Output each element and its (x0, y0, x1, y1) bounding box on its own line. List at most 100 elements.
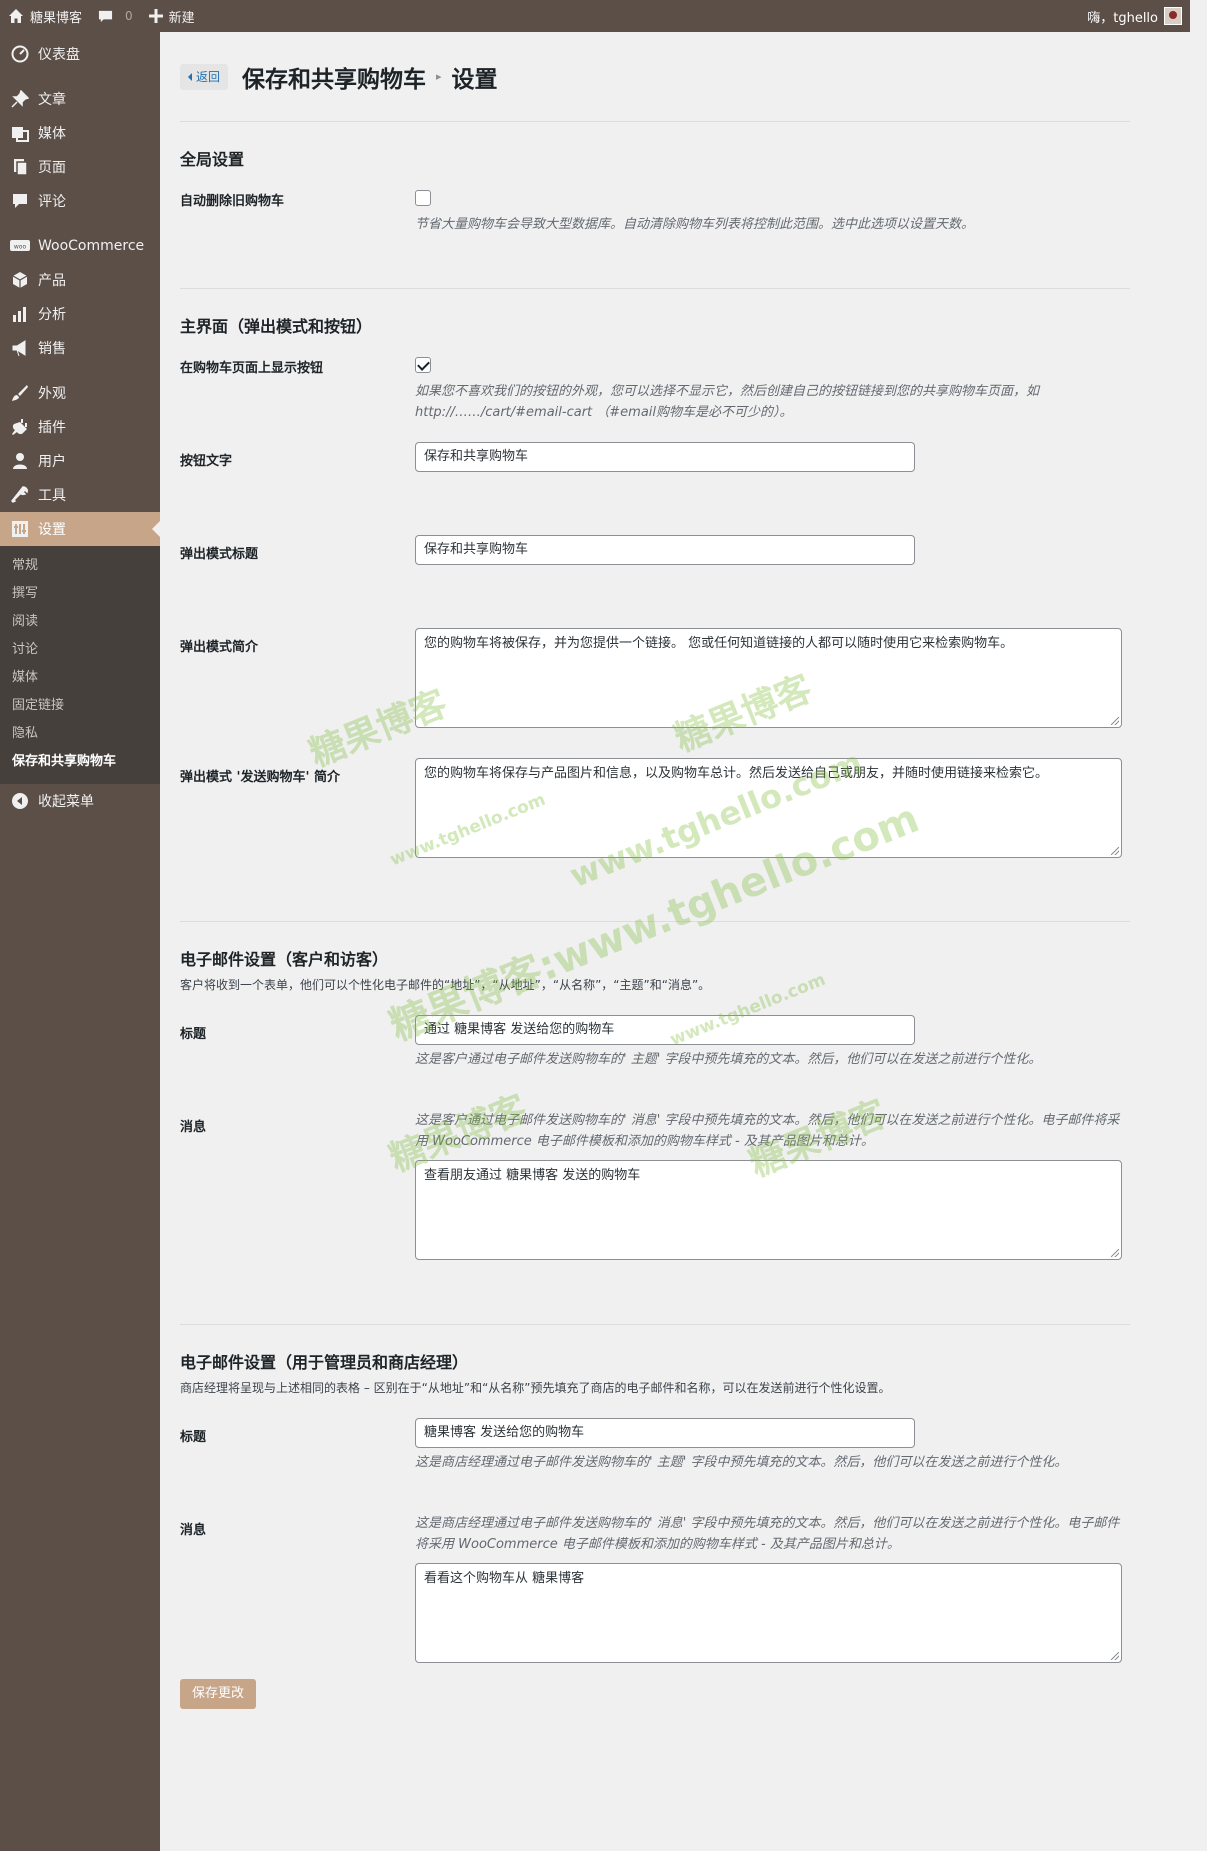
submenu-item-permalinks[interactable]: 固定链接 (0, 692, 160, 720)
comments-link[interactable]: 0 (90, 0, 141, 32)
home-icon (9, 9, 23, 23)
admin-bar: 糖果博客 0 新建 嗨，tghello (0, 0, 1190, 32)
menu-item-marketing[interactable]: 销售 (0, 331, 160, 365)
menu-label: 收起菜单 (38, 794, 94, 810)
field-popup-send: 弹出模式 '发送购物车' 简介 您的购物车将保存与产品图片和信息，以及购物车总计… (180, 758, 1130, 858)
product-icon (10, 270, 30, 290)
menu-item-tools[interactable]: 工具 (0, 478, 160, 512)
collapse-icon (10, 791, 30, 811)
menu-label: 销售 (38, 341, 66, 357)
menu-item-analytics[interactable]: 分析 (0, 297, 160, 331)
section-description: 商店经理将呈现与上述相同的表格 – 区别在于“从地址”和“从名称”预先填充了商店… (180, 1381, 891, 1395)
submenu-item-writing[interactable]: 撰写 (0, 580, 160, 608)
submenu-item-save-share-cart[interactable]: 保存和共享购物车 (0, 748, 160, 776)
field-label: 弹出模式简介 (180, 640, 259, 655)
my-account[interactable]: 嗨，tghello (1087, 7, 1190, 26)
section-email-admin: 电子邮件设置（用于管理员和商店经理） 商店经理将呈现与上述相同的表格 – 区别在… (180, 1325, 1130, 1709)
menu-item-products[interactable]: 产品 (0, 263, 160, 297)
new-content-link[interactable]: 新建 (141, 0, 203, 32)
field-customer-subject: 标题 通过 糖果博客 发送给您的购物车 这是客户通过电子邮件发送购物车的' 主题… (180, 1015, 1130, 1108)
field-label: 标题 (180, 1430, 207, 1445)
submenu-item-discussion[interactable]: 讨论 (0, 636, 160, 664)
button-text-input[interactable]: 保存和共享购物车 (415, 442, 915, 472)
new-label: 新建 (168, 10, 195, 26)
greeting: 嗨，tghello (1087, 10, 1158, 26)
menu-label: 分析 (38, 307, 66, 323)
menu-item-woocommerce[interactable]: woo WooCommerce (0, 229, 160, 263)
menu-label: 工具 (38, 488, 66, 504)
pin-icon (10, 89, 30, 109)
field-popup-intro: 弹出模式简介 您的购物车将被保存，并为您提供一个链接。 您或任何知道链接的人都可… (180, 628, 1130, 758)
popup-intro-textarea[interactable]: 您的购物车将被保存，并为您提供一个链接。 您或任何知道链接的人都可以随时使用它来… (415, 628, 1122, 728)
menu-label: 仪表盘 (38, 47, 80, 63)
submenu-item-general[interactable]: 常规 (0, 552, 160, 580)
submenu-item-reading[interactable]: 阅读 (0, 608, 160, 636)
menu-label: 插件 (38, 420, 66, 436)
menu-item-media[interactable]: 媒体 (0, 116, 160, 150)
analytics-icon (10, 304, 30, 324)
show-button-checkbox[interactable] (415, 357, 431, 373)
field-description: 这是商店经理通过电子邮件发送购物车的' 主题' 字段中预先填充的文本。然后，他们… (415, 1455, 1068, 1470)
section-heading: 电子邮件设置（用于管理员和商店经理） (180, 1353, 469, 1372)
comments-count: 0 (125, 9, 133, 23)
menu-item-plugins[interactable]: 插件 (0, 410, 160, 444)
save-button[interactable]: 保存更改 (180, 1679, 257, 1709)
menu-label: 用户 (38, 454, 66, 470)
field-description: 节省大量购物车会导致大型数据库。自动清除购物车列表将控制此范围。选中此选项以设置… (415, 217, 975, 232)
popup-title-input[interactable]: 保存和共享购物车 (415, 535, 915, 565)
avatar (1164, 7, 1182, 25)
settings-icon (10, 519, 30, 539)
section-heading: 主界面（弹出模式和按钮） (180, 317, 373, 336)
admin-message-textarea[interactable]: 看看这个购物车从 糖果博客 (415, 1563, 1122, 1663)
svg-text:woo: woo (14, 244, 27, 251)
settings-submenu: 常规 撰写 阅读 讨论 媒体 固定链接 隐私 保存和共享购物车 (0, 546, 160, 784)
page-title-sub: 设置 (451, 66, 498, 93)
breadcrumb-separator: ▸ (436, 70, 442, 83)
section-ui: 主界面（弹出模式和按钮） 在购物车页面上显示按钮 如果您不喜欢我们的按钮的外观，… (180, 289, 1130, 922)
customer-subject-input[interactable]: 通过 糖果博客 发送给您的购物车 (415, 1015, 915, 1045)
page-title-main: 保存和共享购物车 (242, 66, 427, 93)
field-label: 自动删除旧购物车 (180, 194, 285, 209)
field-label: 消息 (180, 1523, 207, 1538)
page-title: 保存和共享购物车 ▸ 设置 (242, 60, 498, 94)
dashboard-icon (10, 44, 30, 64)
media-icon (10, 123, 30, 143)
field-label: 消息 (180, 1120, 207, 1135)
collapse-menu-button[interactable]: 收起菜单 (0, 784, 160, 818)
submenu-item-privacy[interactable]: 隐私 (0, 720, 160, 748)
comment-icon (98, 10, 113, 22)
auto-delete-checkbox[interactable] (415, 190, 431, 206)
popup-send-textarea[interactable]: 您的购物车将保存与产品图片和信息，以及购物车总计。然后发送给自己或朋友，并随时使… (415, 758, 1122, 858)
field-popup-title: 弹出模式标题 保存和共享购物车 (180, 535, 1130, 628)
menu-item-pages[interactable]: 页面 (0, 150, 160, 184)
field-label: 弹出模式 '发送购物车' 简介 (180, 770, 341, 785)
field-description: 这是客户通过电子邮件发送购物车的' 消息' 字段中预先填充的文本。然后，他们可以… (415, 1113, 1120, 1149)
menu-item-comments[interactable]: 评论 (0, 184, 160, 218)
section-global: 全局设置 自动删除旧购物车 节省大量购物车会导致大型数据库。自动清除购物车列表将… (180, 122, 1130, 289)
tools-icon (10, 485, 30, 505)
customer-message-textarea[interactable]: 查看朋友通过 糖果博客 发送的购物车 (415, 1160, 1122, 1260)
field-label: 在购物车页面上显示按钮 (180, 361, 324, 376)
admin-subject-input[interactable]: 糖果博客 发送给您的购物车 (415, 1418, 915, 1448)
user-icon (10, 451, 30, 471)
back-button[interactable]: 返回 (180, 63, 229, 90)
section-heading: 电子邮件设置（客户和访客） (180, 950, 389, 969)
menu-item-settings[interactable]: 设置 (0, 512, 160, 546)
menu-label: 媒体 (38, 126, 66, 142)
menu-label: WooCommerce (38, 238, 145, 254)
menu-item-users[interactable]: 用户 (0, 444, 160, 478)
menu-item-posts[interactable]: 文章 (0, 82, 160, 116)
menu-item-appearance[interactable]: 外观 (0, 376, 160, 410)
menu-item-dashboard[interactable]: 仪表盘 (0, 37, 160, 71)
page-header: 返回 保存和共享购物车 ▸ 设置 (180, 32, 1130, 122)
comment-icon (10, 191, 30, 211)
field-label: 按钮文字 (180, 454, 233, 469)
field-auto-delete: 自动删除旧购物车 节省大量购物车会导致大型数据库。自动清除购物车列表将控制此范围… (180, 182, 1130, 235)
submenu-item-media[interactable]: 媒体 (0, 664, 160, 692)
site-name-link[interactable]: 糖果博客 (0, 0, 90, 32)
field-description: 这是客户通过电子邮件发送购物车的' 主题' 字段中预先填充的文本。然后，他们可以… (415, 1052, 1042, 1067)
appearance-icon (10, 383, 30, 403)
field-button-text: 按钮文字 保存和共享购物车 (180, 442, 1130, 535)
section-description: 客户将收到一个表单，他们可以个性化电子邮件的“地址”，“从地址”，“从名称”，“… (180, 978, 711, 992)
section-email-customer: 电子邮件设置（客户和访客） 客户将收到一个表单，他们可以个性化电子邮件的“地址”… (180, 922, 1130, 1325)
